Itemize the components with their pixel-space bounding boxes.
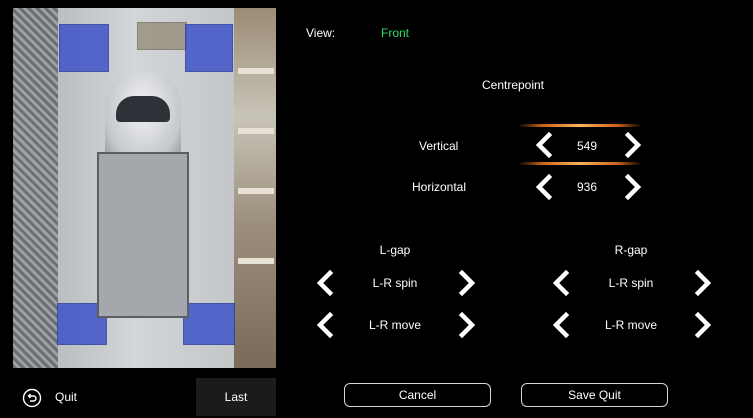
r-gap-title: R-gap (614, 243, 648, 257)
chevron-right-icon (694, 270, 712, 296)
chevron-left-icon (316, 270, 334, 296)
l-gap-spin-left-button[interactable] (314, 270, 336, 296)
l-gap-move-right-button[interactable] (456, 312, 478, 338)
save-quit-button[interactable]: Save Quit (521, 383, 668, 407)
chevron-right-icon (458, 270, 476, 296)
r-gap-spin-label: L-R spin (608, 276, 654, 290)
app-frame: View: Front Centrepoint Vertical 549 Hor… (0, 0, 753, 418)
horizontal-decrease-button[interactable] (533, 174, 555, 200)
floor-mat-blue (59, 24, 109, 72)
horizontal-value: 936 (576, 180, 598, 194)
shelf (238, 188, 274, 194)
chevron-right-icon (694, 312, 712, 338)
chevron-right-icon (624, 132, 642, 158)
r-gap-move-left-button[interactable] (550, 312, 572, 338)
l-gap-title: L-gap (379, 243, 411, 257)
l-gap-spin-right-button[interactable] (456, 270, 478, 296)
chevron-right-icon (458, 312, 476, 338)
last-button[interactable]: Last (196, 378, 276, 416)
view-value: Front (381, 26, 410, 40)
vertical-increase-button[interactable] (622, 132, 644, 158)
chevron-left-icon (535, 132, 553, 158)
shelf (238, 68, 274, 74)
vehicle-windshield (116, 96, 170, 122)
view-label: View: (306, 26, 336, 40)
shelf (238, 258, 274, 264)
floor-mat-blue (183, 303, 235, 345)
l-gap-spin-label: L-R spin (372, 276, 418, 290)
cancel-button[interactable]: Cancel (344, 383, 491, 407)
chevron-left-icon (535, 174, 553, 200)
vertical-decrease-button[interactable] (533, 132, 555, 158)
vehicle-cargo-box (97, 152, 189, 318)
horizontal-label: Horizontal (412, 180, 467, 194)
r-gap-move-right-button[interactable] (692, 312, 714, 338)
centrepoint-title: Centrepoint (481, 78, 545, 92)
undo-arrow-icon (22, 388, 42, 408)
l-gap-move-left-button[interactable] (314, 312, 336, 338)
left-wall (13, 8, 58, 368)
floor-mat-tan (137, 22, 187, 50)
r-gap-move-label: L-R move (604, 318, 658, 332)
camera-view (13, 8, 276, 368)
quit-label[interactable]: Quit (55, 390, 77, 404)
selection-glow-top (518, 124, 642, 127)
horizontal-increase-button[interactable] (622, 174, 644, 200)
chevron-left-icon (316, 312, 334, 338)
selection-glow-bottom (518, 162, 642, 165)
quit-button[interactable] (22, 388, 42, 408)
chevron-left-icon (552, 270, 570, 296)
r-gap-spin-left-button[interactable] (550, 270, 572, 296)
r-gap-spin-right-button[interactable] (692, 270, 714, 296)
vertical-label: Vertical (419, 139, 459, 153)
vertical-value: 549 (576, 139, 598, 153)
chevron-left-icon (552, 312, 570, 338)
floor-mat-blue (185, 24, 233, 72)
right-wall (234, 8, 276, 368)
l-gap-move-label: L-R move (368, 318, 422, 332)
shelf (238, 128, 274, 134)
chevron-right-icon (624, 174, 642, 200)
